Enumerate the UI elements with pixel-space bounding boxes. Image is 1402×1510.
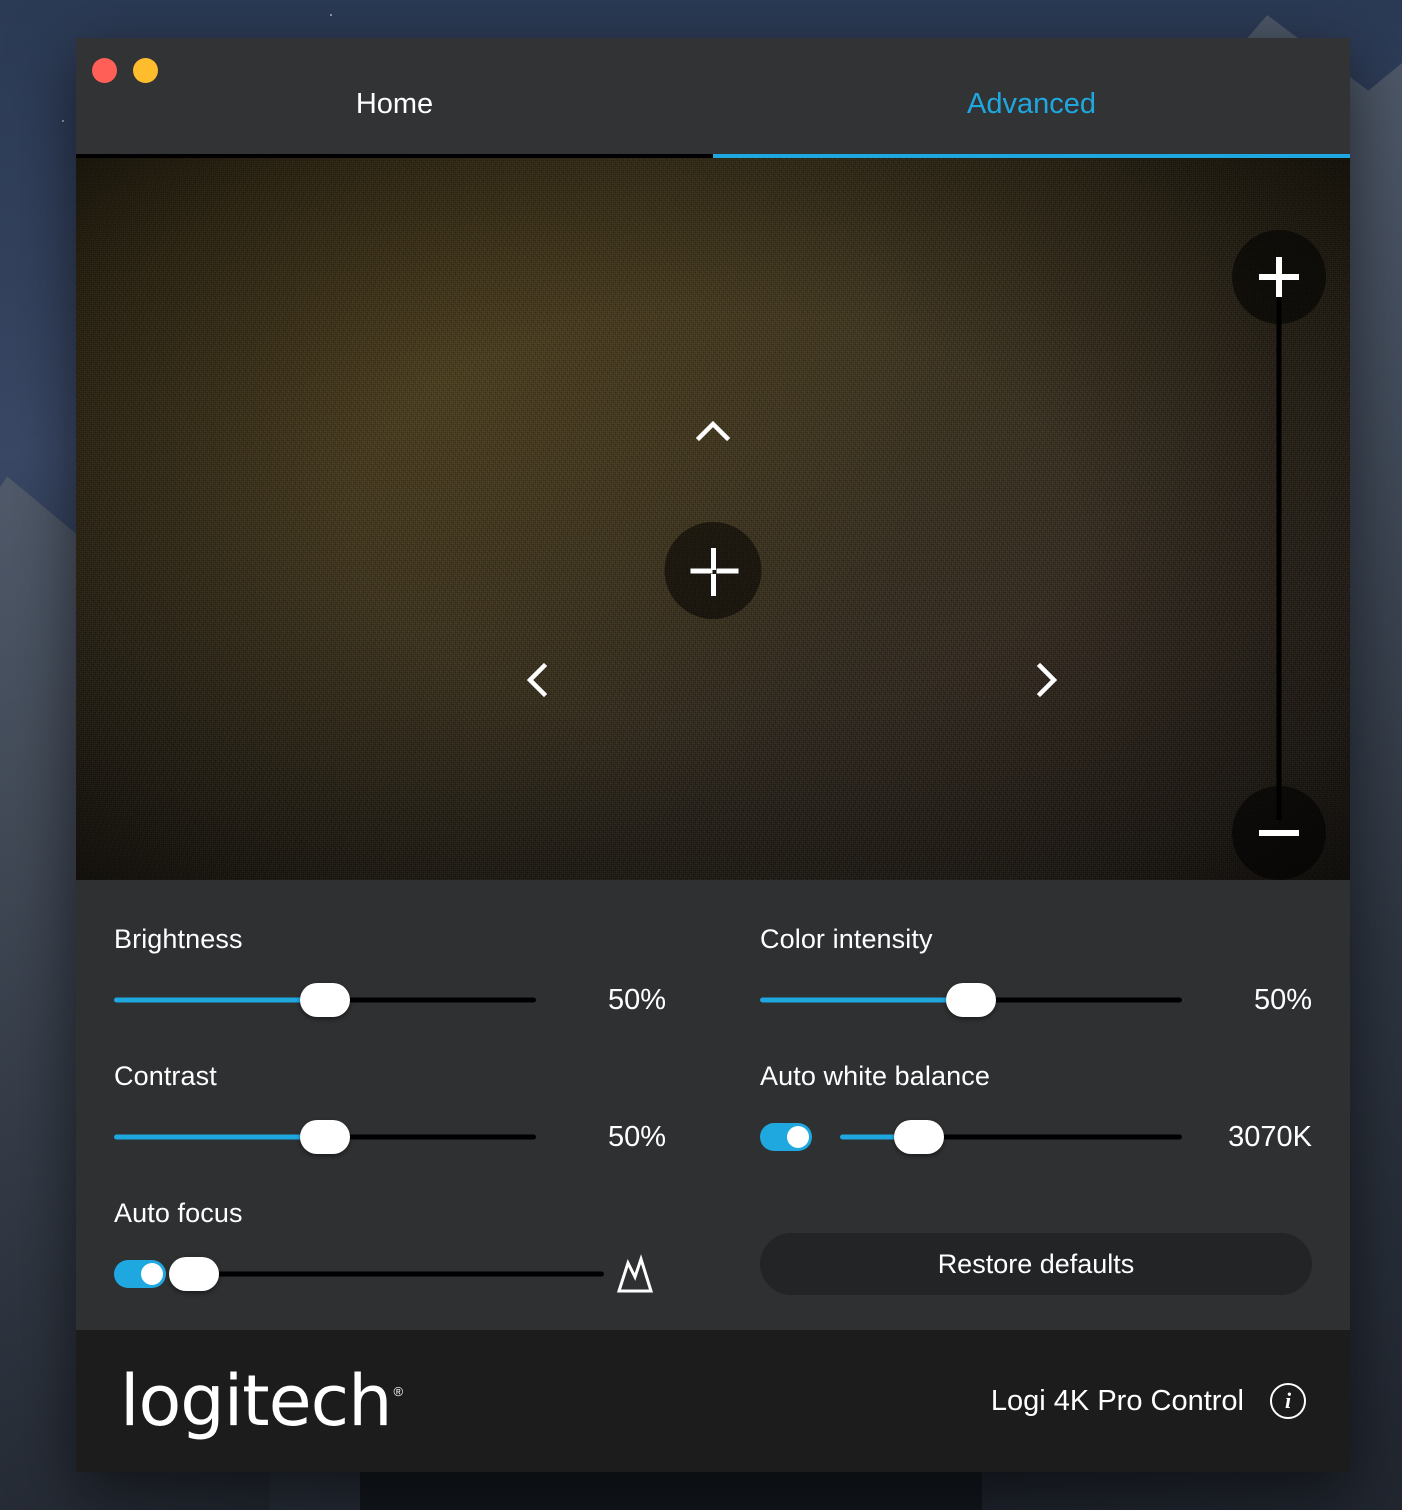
tab-home-label: Home [355, 88, 434, 120]
wallpaper-star [330, 14, 332, 16]
color-intensity-thumb[interactable] [946, 983, 996, 1017]
tab-advanced-label: Advanced [967, 88, 1096, 120]
toggle-knob [141, 1263, 163, 1285]
tab-bar: Home Advanced [76, 72, 1350, 158]
control-color-intensity: Color intensity 50% [760, 916, 1312, 1023]
plus-icon-vertical [1276, 257, 1282, 297]
control-auto-white-balance: Auto white balance 3070K [760, 1053, 1312, 1160]
tab-advanced[interactable]: Advanced [713, 72, 1350, 158]
brightness-label: Brightness [114, 924, 243, 954]
color-intensity-slider[interactable] [760, 977, 1182, 1023]
control-auto-focus: Auto focus [114, 1190, 666, 1297]
chevron-up-icon[interactable] [691, 410, 735, 454]
minus-icon [1259, 830, 1299, 836]
contrast-fill [114, 1134, 325, 1140]
focus-slider[interactable] [169, 1251, 604, 1297]
focus-track [194, 1271, 604, 1277]
contrast-thumb[interactable] [300, 1120, 350, 1154]
camera-preview-noise [76, 158, 1350, 880]
registered-mark: ® [393, 1383, 404, 1399]
control-contrast: Contrast 50% [114, 1053, 666, 1160]
product-name: Logi 4K Pro Control [990, 1384, 1244, 1417]
window-titlebar: Home Advanced [76, 38, 1350, 158]
white-balance-thumb[interactable] [893, 1120, 944, 1154]
color-intensity-value: 50% [1253, 983, 1312, 1016]
contrast-slider[interactable] [114, 1114, 536, 1160]
color-intensity-fill [760, 997, 971, 1003]
wallpaper-star [62, 120, 64, 122]
auto-focus-label: Auto focus [114, 1198, 243, 1228]
white-balance-slider[interactable] [840, 1114, 1182, 1160]
contrast-label: Contrast [114, 1061, 217, 1091]
auto-white-balance-label: Auto white balance [760, 1061, 990, 1091]
crosshair-pan-icon[interactable] [664, 522, 762, 619]
restore-defaults-cell: Restore defaults [760, 1190, 1312, 1297]
toggle-knob [787, 1126, 809, 1148]
logi-tune-window: Home Advanced Brightness 50% Color inten… [76, 38, 1350, 1472]
contrast-value: 50% [607, 1120, 666, 1153]
chevron-left-icon[interactable] [516, 658, 560, 702]
zoom-track[interactable] [1276, 290, 1282, 820]
restore-defaults-button[interactable]: Restore defaults [760, 1233, 1312, 1295]
window-footer: logitech ® Logi 4K Pro Control i [76, 1330, 1350, 1472]
zoom-out-button[interactable] [1232, 786, 1326, 880]
tab-home[interactable]: Home [76, 72, 713, 158]
brightness-slider[interactable] [114, 977, 536, 1023]
chevron-right-icon[interactable] [1024, 658, 1068, 702]
auto-focus-toggle[interactable] [114, 1260, 166, 1288]
desktop-background: Home Advanced Brightness 50% Color inten… [0, 0, 1402, 1510]
control-brightness: Brightness 50% [114, 916, 666, 1023]
auto-white-balance-toggle[interactable] [760, 1123, 812, 1151]
color-intensity-label: Color intensity [760, 924, 933, 954]
zoom-slider-control[interactable] [1232, 230, 1326, 880]
brightness-fill [114, 997, 325, 1003]
camera-preview[interactable] [76, 158, 1350, 880]
white-balance-value: 3070K [1228, 1120, 1312, 1153]
logitech-wordmark: logitech [120, 1359, 393, 1442]
zoom-in-button[interactable] [1232, 230, 1326, 324]
camera-preview-vignette [76, 158, 1350, 880]
brightness-thumb[interactable] [300, 983, 350, 1017]
logitech-logo: logitech ® [120, 1359, 404, 1442]
info-icon[interactable]: i [1270, 1383, 1306, 1419]
mountain-focus-icon [604, 1253, 666, 1295]
advanced-controls-panel: Brightness 50% Color intensity 50% Contr… [76, 880, 1350, 1330]
footer-product-area: Logi 4K Pro Control i [991, 1383, 1306, 1419]
brightness-value: 50% [607, 983, 666, 1016]
focus-thumb[interactable] [169, 1257, 219, 1291]
